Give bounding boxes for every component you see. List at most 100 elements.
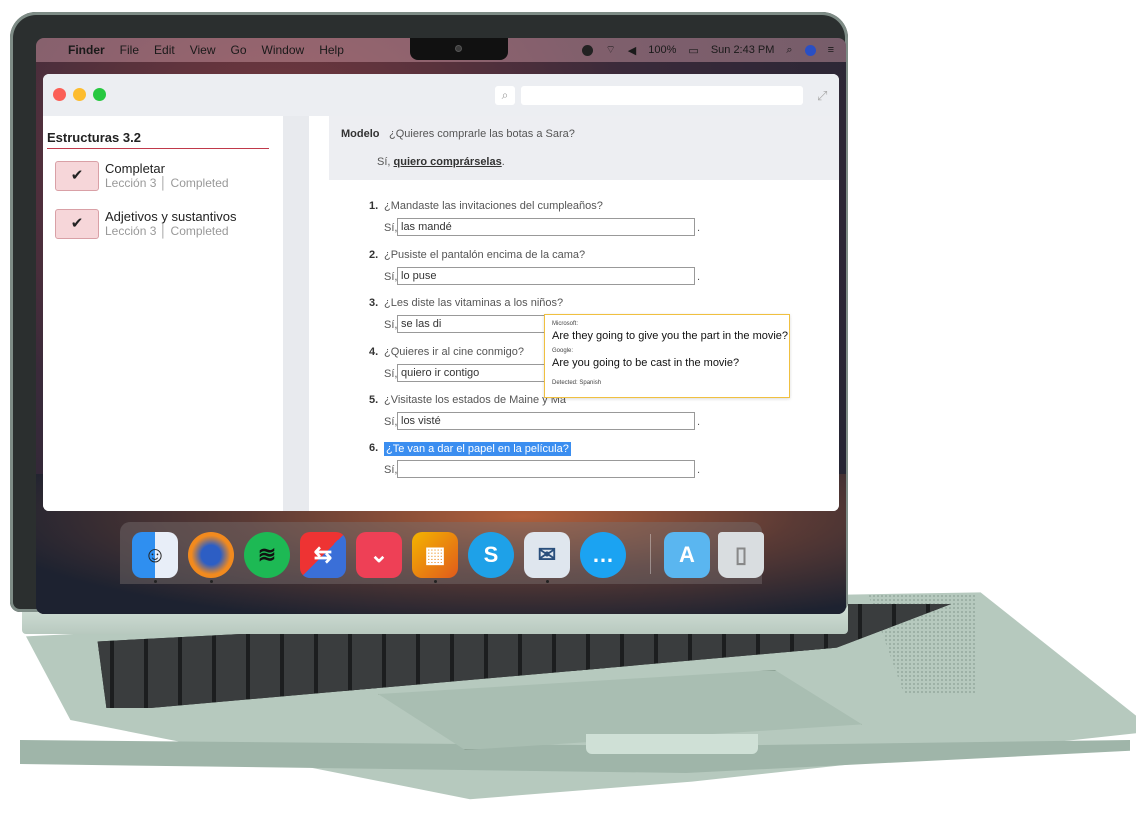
- translation-popup: Microsoft: Are they going to give you th…: [544, 314, 790, 398]
- notification-center-icon[interactable]: ≡: [828, 44, 834, 56]
- lesson-item-completar[interactable]: ✔ Completar Lección 3 │ Completed: [55, 158, 265, 192]
- lesson-meta: Lección 3 │ Completed: [105, 176, 229, 190]
- spotify-icon[interactable]: ≋: [244, 532, 290, 578]
- question-text: ¿Les diste las vitaminas a los niños?: [384, 297, 564, 309]
- answer-period: .: [697, 416, 701, 428]
- mail-icon[interactable]: ✉: [524, 532, 570, 578]
- modelo-question: ¿Quieres comprarle las botas a Sara?: [389, 128, 575, 140]
- search-input[interactable]: [521, 86, 803, 105]
- answer-period: .: [697, 464, 701, 476]
- lesson-meta: Lección 3 │ Completed: [105, 224, 229, 238]
- answer-input[interactable]: [397, 412, 695, 430]
- lesson-name: Completar: [105, 161, 165, 176]
- minimize-button[interactable]: [73, 88, 86, 101]
- modelo-answer-suffix: .: [501, 156, 505, 168]
- firefox-icon[interactable]: [188, 532, 234, 578]
- checkmark-icon: ✔: [55, 209, 99, 239]
- screen: Finder File Edit View Go Window Help ⌔ ◀…: [36, 38, 846, 614]
- answer-prefix: Sí,: [384, 416, 398, 428]
- laptop-base-front: [20, 740, 1130, 773]
- question-number: 1.: [369, 200, 379, 212]
- lesson-number: Lección 3: [105, 176, 157, 190]
- question-number: 2.: [369, 249, 379, 261]
- question-text: ¿Mandaste las invitaciones del cumpleaño…: [384, 200, 603, 212]
- volume-icon[interactable]: ◀: [628, 44, 636, 57]
- sidebar: Estructuras 3.2 ✔ Completar Lección 3 │ …: [43, 116, 281, 511]
- answer-period: .: [697, 222, 701, 234]
- messages-icon[interactable]: …: [580, 532, 626, 578]
- answer-input[interactable]: [397, 218, 695, 236]
- running-indicator: [546, 580, 549, 583]
- question-number: 4.: [369, 346, 379, 358]
- battery-icon[interactable]: ▭: [688, 44, 698, 57]
- question-number: 5.: [369, 394, 379, 406]
- answer-prefix: Sí,: [384, 222, 398, 234]
- lesson-name: Adjetivos y sustantivos: [105, 209, 237, 224]
- preview-icon[interactable]: ▦: [412, 532, 458, 578]
- answer-input[interactable]: [397, 267, 695, 285]
- translation-microsoft: Are they going to give you the part in t…: [552, 330, 789, 342]
- pocket-icon[interactable]: ⌄: [356, 532, 402, 578]
- dock: ☺ ≋ ⇆ ⌄ ▦ S ✉ … A ▯: [120, 522, 764, 584]
- modelo-answer-text: quiero comprárselas: [393, 156, 502, 168]
- siri-icon[interactable]: [804, 44, 816, 56]
- pane-divider[interactable]: [283, 116, 309, 511]
- question-text: ¿Pusiste el pantalón encima de la cama?: [384, 249, 586, 261]
- lid-notch: [586, 734, 758, 754]
- laptop-lid: Finder File Edit View Go Window Help ⌔ ◀…: [10, 12, 848, 614]
- laptop-scene: Finder File Edit View Go Window Help ⌔ ◀…: [0, 0, 1144, 829]
- translation-source-google: Google:: [552, 348, 574, 354]
- battery-label[interactable]: 100%: [648, 44, 676, 56]
- question-text: ¿Visitaste los estados de Maine y Ma: [384, 394, 566, 406]
- answer-period: .: [697, 271, 701, 283]
- translation-source-microsoft: Microsoft:: [552, 321, 579, 327]
- trash-icon[interactable]: ▯: [718, 532, 764, 578]
- finder-icon[interactable]: ☺: [132, 532, 178, 578]
- answer-input[interactable]: [397, 460, 695, 478]
- answer-prefix: Sí,: [384, 271, 398, 283]
- running-indicator: [210, 580, 213, 583]
- lesson-status: Completed: [170, 224, 229, 238]
- menu-go[interactable]: Go: [231, 43, 247, 57]
- menu-window[interactable]: Window: [262, 43, 305, 57]
- status-app-icon[interactable]: [582, 44, 594, 56]
- dock-separator: [650, 534, 651, 574]
- menu-edit[interactable]: Edit: [154, 43, 175, 57]
- lesson-number: Lección 3: [105, 224, 157, 238]
- camera-notch: [410, 38, 508, 60]
- lesson-item-adjetivos[interactable]: ✔ Adjetivos y sustantivos Lección 3 │ Co…: [55, 206, 265, 240]
- running-indicator: [434, 580, 437, 583]
- close-button[interactable]: [53, 88, 66, 101]
- sidebar-divider: [47, 148, 269, 149]
- wifi-icon[interactable]: ⌔: [605, 43, 615, 57]
- menu-help[interactable]: Help: [319, 43, 344, 57]
- modelo-answer-prefix: Sí,: [377, 156, 391, 168]
- clock[interactable]: Sun 2:43 PM: [711, 44, 775, 56]
- status-area: ⌔ ◀ 100% ▭ Sun 2:43 PM ⌕ ≡: [582, 38, 834, 62]
- camera-icon: [455, 45, 462, 52]
- screen-sharing-icon[interactable]: ⇆: [300, 532, 346, 578]
- app-window: ⌕ ⤢ Estructuras 3.2 ✔ Completar Lección …: [43, 74, 839, 511]
- spotlight-icon[interactable]: ⌕: [786, 44, 792, 57]
- skype-icon[interactable]: S: [468, 532, 514, 578]
- fullscreen-icon[interactable]: ⤢: [817, 88, 827, 104]
- question-number: 6.: [369, 442, 379, 454]
- search-icon[interactable]: ⌕: [495, 86, 515, 105]
- exercise-content: Modelo ¿Quieres comprarle las botas a Sa…: [309, 116, 839, 511]
- question-number: 3.: [369, 297, 379, 309]
- modelo-answer: Sí, quiero comprárselas.: [377, 156, 505, 168]
- question-text: ¿Quieres ir al cine conmigo?: [384, 346, 525, 358]
- modelo-example: Modelo ¿Quieres comprarle las botas a Sa…: [329, 116, 839, 180]
- menu-app-name[interactable]: Finder: [68, 43, 105, 57]
- answer-prefix: Sí,: [384, 368, 398, 380]
- menu-view[interactable]: View: [190, 43, 216, 57]
- running-indicator: [154, 580, 157, 583]
- question-text-selected[interactable]: ¿Te van a dar el papel en la película?: [384, 442, 571, 456]
- zoom-button[interactable]: [93, 88, 106, 101]
- lesson-status: Completed: [170, 176, 229, 190]
- detected-language: Detected: Spanish: [552, 380, 602, 386]
- menu-file[interactable]: File: [120, 43, 139, 57]
- applications-folder-icon[interactable]: A: [664, 532, 710, 578]
- translation-google: Are you going to be cast in the movie?: [552, 357, 740, 369]
- answer-prefix: Sí,: [384, 464, 398, 476]
